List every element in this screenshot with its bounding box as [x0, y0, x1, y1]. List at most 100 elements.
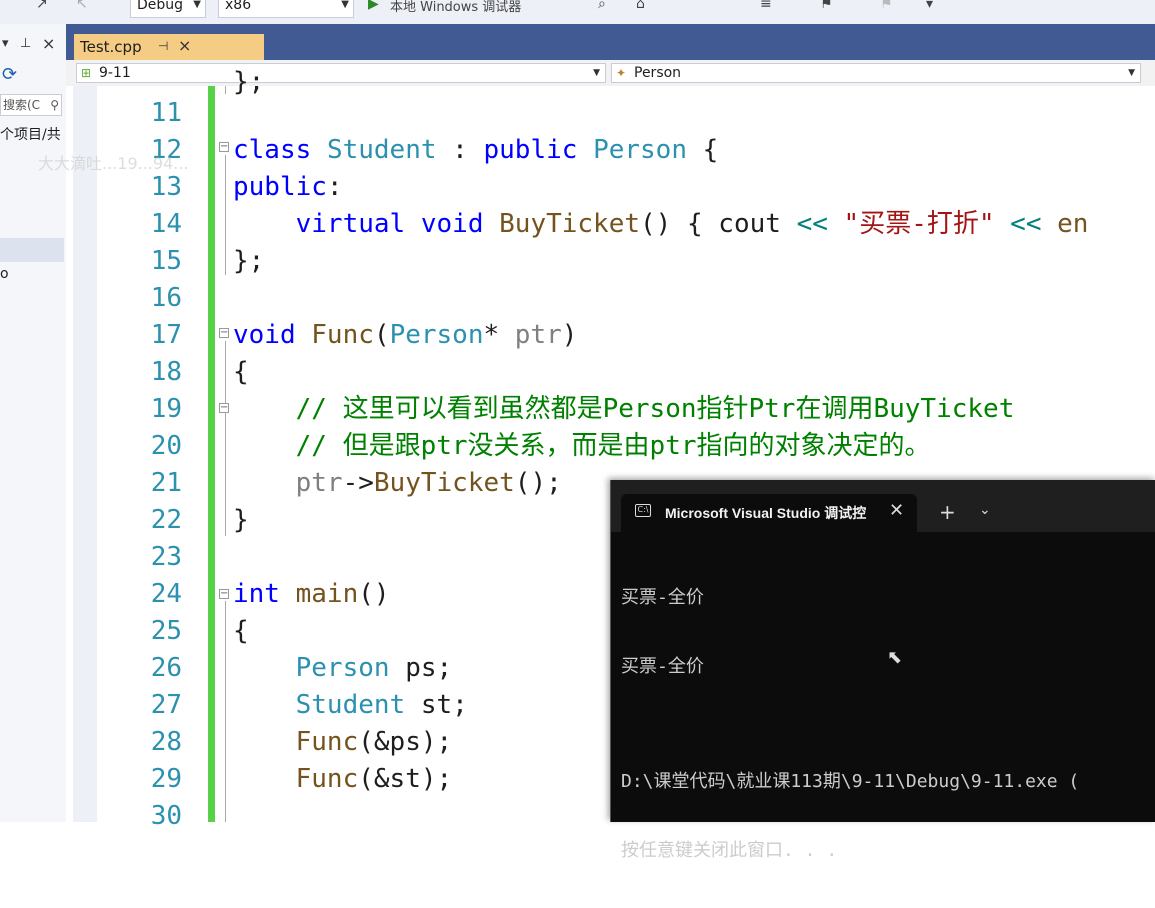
bookmark-next-icon[interactable]: ⚑: [880, 0, 893, 12]
watermark: 大大滴吐...19...94...: [38, 154, 189, 173]
scope-dropdown[interactable]: ✦ Person ▼: [611, 63, 1141, 83]
run-debugger-button[interactable]: 本地 Windows 调试器: [390, 0, 521, 15]
debug-console-window[interactable]: C:\ Microsoft Visual Studio 调试控 ✕ + ⌄ 买票…: [610, 480, 1155, 861]
project-icon: ⊞: [81, 66, 92, 80]
close-icon[interactable]: ✕: [889, 500, 904, 521]
play-icon[interactable]: ▶: [368, 0, 379, 12]
chevron-down-icon: ▼: [341, 0, 349, 10]
config-value: Debug: [137, 0, 184, 13]
undo-icon[interactable]: ↖: [76, 0, 88, 12]
bookmark-icon[interactable]: ⚑: [820, 0, 833, 12]
code-text: public:: [233, 172, 343, 202]
line-number: 19: [150, 394, 182, 424]
document-tab-bar: Test.cpp ⊣ ×: [66, 24, 1155, 60]
line-number: 22: [150, 505, 182, 535]
code-text: class Student : public Person {: [233, 135, 719, 165]
home-icon[interactable]: ⌂: [636, 0, 645, 12]
code-text: void Func(Person* ptr): [233, 320, 578, 350]
code-line: 18 {: [66, 354, 1155, 391]
code-line: 13 public:: [66, 169, 1155, 206]
line-number: 25: [150, 616, 182, 646]
code-text: };: [233, 246, 265, 276]
platform-dropdown[interactable]: x86 ▼: [218, 0, 354, 18]
code-line: 19 // 这里可以看到虽然都是Person指针Ptr在调用BuyTicket: [66, 391, 1155, 428]
close-icon[interactable]: ×: [178, 36, 191, 55]
line-number: 18: [150, 357, 182, 387]
scope-value: Person: [634, 65, 682, 81]
comment: // 这里可以看到虽然都是Person指针Ptr在调用BuyTicket: [295, 394, 1015, 424]
line-number: 15: [150, 246, 182, 276]
line-number: 28: [150, 727, 182, 757]
code-text: virtual void BuyTicket() { cout << "买票-打…: [295, 209, 1089, 239]
tree-item-text[interactable]: o: [0, 266, 9, 282]
outline-guide: [225, 86, 226, 94]
console-titlebar: C:\ Microsoft Visual Studio 调试控 ✕ + ⌄: [611, 480, 1155, 532]
code-text: int main(): [233, 579, 390, 609]
indent-icon[interactable]: ≡: [760, 0, 772, 12]
line-number: 23: [150, 542, 182, 572]
code-text: Func(&ps);: [295, 727, 453, 757]
class-icon: ✦: [616, 66, 627, 80]
line-number: 20: [150, 431, 182, 461]
refresh-icon[interactable]: ⟳: [2, 64, 17, 85]
close-icon[interactable]: ×: [42, 34, 55, 53]
console-line: 买票-全价: [621, 656, 704, 677]
project-value: 9-11: [99, 65, 131, 81]
solution-explorer-panel: ▾ ⊥ × ⟳ 搜索(C ⚲ 个项目/共 o: [0, 24, 67, 822]
code-line: 20 // 但是跟ptr没关系，而是由ptr指向的对象决定的。: [66, 428, 1155, 465]
main-toolbar: ↗ ↖ Debug ▼ x86 ▼ ▶ 本地 Windows 调试器 ⌕ ⌂ ≡ ⚑…: [0, 0, 1155, 25]
line-number: 29: [150, 764, 182, 794]
code-text: {: [233, 616, 249, 646]
chevron-down-icon: ▼: [1128, 68, 1135, 78]
code-text: }: [233, 505, 249, 535]
console-line: D:\课堂代码\就业课113期\9-11\Debug\9-11.exe (: [621, 771, 1080, 792]
project-dropdown[interactable]: ⊞ 9-11 ▼: [76, 63, 606, 83]
code-text: // 但是跟ptr没关系，而是由ptr指向的对象决定的。: [233, 428, 931, 465]
code-text: Func(&st);: [295, 764, 453, 794]
code-line: 14 virtual void BuyTicket() { cout << "买…: [66, 206, 1155, 243]
code-text: Student st;: [295, 690, 468, 720]
line-number: 17: [150, 320, 182, 350]
selected-tree-item[interactable]: [0, 238, 64, 262]
line-number: 16: [150, 283, 182, 313]
config-dropdown[interactable]: Debug ▼: [130, 0, 206, 18]
overflow-icon[interactable]: ▾: [926, 0, 933, 12]
console-line: 按任意键关闭此窗口. . .: [621, 840, 838, 861]
pin-icon[interactable]: ⊥: [20, 36, 31, 51]
line-number: 13: [150, 172, 182, 202]
line-number: 24: [150, 579, 182, 609]
solution-summary-text: 个项目/共: [0, 127, 61, 143]
platform-value: x86: [225, 0, 252, 13]
search-icon: ⚲: [50, 98, 59, 112]
comment: // 但是跟ptr没关系，而是由ptr指向的对象决定的。: [295, 431, 931, 461]
line-number: 26: [150, 653, 182, 683]
chevron-down-icon[interactable]: ⌄: [979, 502, 991, 518]
search-placeholder: 搜索(C: [3, 98, 41, 112]
find-icon[interactable]: ⌕: [598, 0, 606, 12]
search-input[interactable]: 搜索(C ⚲: [0, 94, 62, 116]
code-text: {: [233, 357, 249, 387]
mouse-cursor-icon: ⬉: [887, 647, 903, 668]
panel-menu-icon[interactable]: ▾: [2, 36, 9, 51]
line-number: 27: [150, 690, 182, 720]
tab-test-cpp[interactable]: Test.cpp ⊣ ×: [74, 34, 264, 60]
code-text: ptr->BuyTicket();: [295, 468, 562, 498]
new-tab-icon[interactable]: +: [939, 500, 956, 524]
terminal-icon: C:\: [635, 504, 651, 517]
code-line: 11: [66, 95, 1155, 132]
code-line: 12 class Student : public Person {: [66, 132, 1155, 169]
console-tab[interactable]: C:\ Microsoft Visual Studio 调试控 ✕: [621, 494, 917, 532]
code-text: // 这里可以看到虽然都是Person指针Ptr在调用BuyTicket: [233, 391, 1015, 428]
pin-icon[interactable]: ⊣: [158, 39, 168, 53]
string-literal: "买票-打折": [843, 209, 995, 239]
console-title: Microsoft Visual Studio 调试控: [665, 505, 867, 521]
chevron-down-icon: ▼: [593, 68, 600, 78]
code-line: 17 void Func(Person* ptr): [66, 317, 1155, 354]
redo-icon[interactable]: ↗: [36, 0, 48, 12]
line-number: 11: [150, 98, 182, 128]
console-output: 买票-全价 买票-全价 D:\课堂代码\就业课113期\9-11\Debug\9…: [621, 540, 1079, 908]
line-number: 30: [150, 801, 182, 831]
line-number: 21: [150, 468, 182, 498]
code-line: 15 };: [66, 243, 1155, 280]
navigation-bar: ⊞ 9-11 ▼ ✦ Person ▼: [66, 60, 1155, 87]
